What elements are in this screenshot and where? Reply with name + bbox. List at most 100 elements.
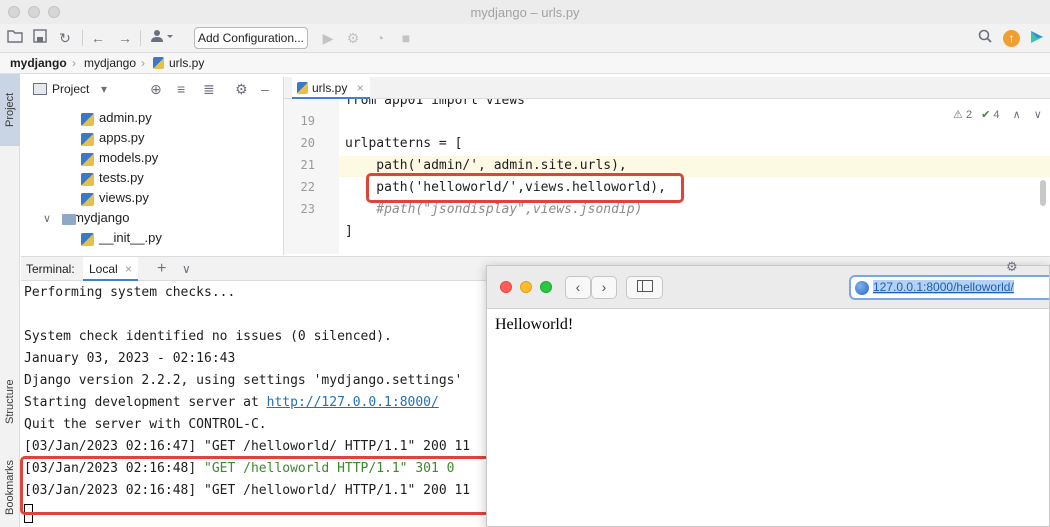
python-file-icon [81, 233, 94, 246]
stop-icon[interactable]: ■ [397, 29, 415, 47]
server-url-link[interactable]: http://127.0.0.1:8000/ [267, 395, 439, 410]
tree-item[interactable]: admin.py [81, 110, 152, 126]
chevron-up-icon[interactable]: ∧ [1013, 109, 1021, 121]
python-file-icon [81, 113, 94, 126]
editor-scrollbar[interactable] [1040, 180, 1046, 206]
project-view-selector[interactable]: Project [52, 78, 89, 100]
breadcrumb-item-folder[interactable]: mydjango [84, 53, 136, 73]
python-file-icon [81, 173, 94, 186]
terminal-line: January 03, 2023 - 02:16:43 [24, 351, 236, 366]
python-file-icon [297, 82, 308, 94]
browser-close-button[interactable] [500, 281, 512, 293]
project-tool-tab[interactable]: Project [0, 74, 20, 146]
chevron-down-icon[interactable]: ∨ [1034, 109, 1042, 121]
check-icon: ✔ [981, 109, 991, 121]
browser-minimize-button[interactable] [520, 281, 532, 293]
user-icon[interactable] [148, 29, 176, 47]
terminal-line: Quit the server with CONTROL-C. [24, 417, 267, 432]
editor-gutter: 19 20 21 22 23 [284, 99, 339, 254]
search-icon[interactable] [976, 29, 994, 47]
debug-icon[interactable]: ⚙ [344, 29, 362, 47]
warning-icon: ⚠ [953, 109, 963, 121]
line-number: 19 [300, 114, 315, 128]
chevron-right-icon: › [72, 56, 76, 70]
code-line-20: urlpatterns = [ [345, 136, 463, 151]
page-content: Helloworld! [495, 316, 574, 333]
back-icon[interactable]: ← [89, 29, 107, 47]
line-number: 21 [300, 158, 315, 172]
project-tree: admin.py apps.py models.py tests.py view… [21, 100, 283, 255]
expand-all-icon[interactable]: ≡ [177, 78, 185, 100]
terminal-line: Starting development server at http://12… [24, 395, 439, 410]
run-icon[interactable]: ▶ [319, 29, 337, 47]
browser-toolbar: ‹ › 127.0.0.1:8000/helloworld/ [487, 266, 1049, 309]
sidebar-toggle-button[interactable] [626, 276, 663, 299]
python-file-icon [81, 153, 94, 166]
close-tab-icon[interactable]: × [125, 262, 132, 276]
python-file-icon [81, 193, 94, 206]
editor-tabs: urls.py × [283, 77, 1050, 99]
tree-item[interactable]: apps.py [81, 130, 145, 146]
chevron-right-icon: › [141, 56, 145, 70]
breadcrumb-item-project[interactable]: mydjango [10, 53, 67, 73]
title-bar: mydjango – urls.py [0, 0, 1050, 24]
chevron-down-icon[interactable]: ∨ [182, 257, 191, 281]
terminal-line: Performing system checks... [24, 285, 236, 300]
highlight-box-code [366, 173, 684, 203]
browser-back-button[interactable]: ‹ [565, 276, 591, 299]
terminal-line: System check identified no issues (0 sil… [24, 329, 392, 344]
coverage-icon[interactable]: ◔ [371, 29, 389, 47]
terminal-line: [03/Jan/2023 02:16:47] "GET /helloworld/… [24, 439, 471, 454]
gear-icon[interactable]: ⚙ [1006, 259, 1018, 275]
globe-icon [855, 280, 869, 295]
chevron-down-icon[interactable]: ▾ [101, 78, 107, 100]
tool-window-stripe: Project Structure Bookmarks [0, 74, 20, 527]
forward-icon[interactable]: → [116, 29, 134, 47]
window-title: mydjango – urls.py [470, 5, 580, 20]
tree-item[interactable]: tests.py [81, 170, 144, 186]
code-line-partial: from app01 import views [345, 99, 526, 108]
code-line-21: path('admin/', admin.site.urls), [345, 158, 627, 173]
collapse-all-icon[interactable]: ≣ [203, 78, 215, 100]
python-file-icon [153, 57, 164, 69]
jetbrains-icon[interactable] [1028, 29, 1046, 47]
python-file-icon [81, 133, 94, 146]
update-icon[interactable]: ↑ [1003, 30, 1020, 47]
code-line-24: ] [345, 224, 353, 239]
terminal-line: Django version 2.2.2, using settings 'my… [24, 373, 463, 388]
bookmarks-tool-tab[interactable]: Bookmarks [0, 454, 20, 520]
close-tab-icon[interactable]: × [357, 81, 364, 95]
browser-zoom-button[interactable] [540, 281, 552, 293]
tree-folder[interactable]: ∨ mydjango [43, 210, 129, 225]
tree-item[interactable]: models.py [81, 150, 158, 166]
project-view-icon [33, 83, 47, 95]
structure-tool-tab[interactable]: Structure [0, 372, 20, 432]
tab-urls-py[interactable]: urls.py × [292, 77, 370, 99]
line-number: 23 [300, 202, 315, 216]
save-icon[interactable] [31, 29, 49, 47]
chevron-down-icon: ∨ [43, 213, 52, 225]
terminal-label: Terminal: [26, 262, 75, 276]
highlight-box-terminal [20, 456, 492, 515]
tree-item[interactable]: views.py [81, 190, 149, 206]
breadcrumb: mydjango › mydjango › urls.py [0, 53, 1050, 74]
address-bar[interactable]: 127.0.0.1:8000/helloworld/ [849, 275, 1049, 300]
add-configuration-button[interactable]: Add Configuration... [194, 27, 308, 49]
tab-terminal-local[interactable]: Local × [83, 257, 139, 281]
sync-icon[interactable]: ↻ [56, 29, 74, 47]
folder-open-icon[interactable] [6, 29, 24, 47]
gear-icon[interactable]: ⚙ [235, 78, 248, 100]
breadcrumb-item-file[interactable]: urls.py [169, 53, 204, 73]
hide-panel-icon[interactable]: – [261, 78, 269, 100]
main-toolbar: ↻ ← → Add Configuration... ▶ ⚙ ◔ ■ ↑ [0, 24, 1050, 53]
browser-forward-button[interactable]: › [591, 276, 617, 299]
locate-icon[interactable]: ⊕ [150, 78, 162, 100]
project-panel-header: Project ▾ ⊕ ≡ ≣ ⚙ – [21, 78, 283, 100]
code-line-23: #path("jsondisplay",views.jsondip) [345, 202, 643, 217]
line-number: 20 [300, 136, 315, 150]
folder-icon [62, 214, 76, 225]
inspection-widget[interactable]: ⚠ 2 ✔ 4 ∧ ∨ [953, 108, 1042, 121]
tree-item[interactable]: __init__.py [81, 230, 162, 246]
toolbar-separator [82, 30, 83, 46]
add-tab-icon[interactable]: + [157, 257, 166, 281]
